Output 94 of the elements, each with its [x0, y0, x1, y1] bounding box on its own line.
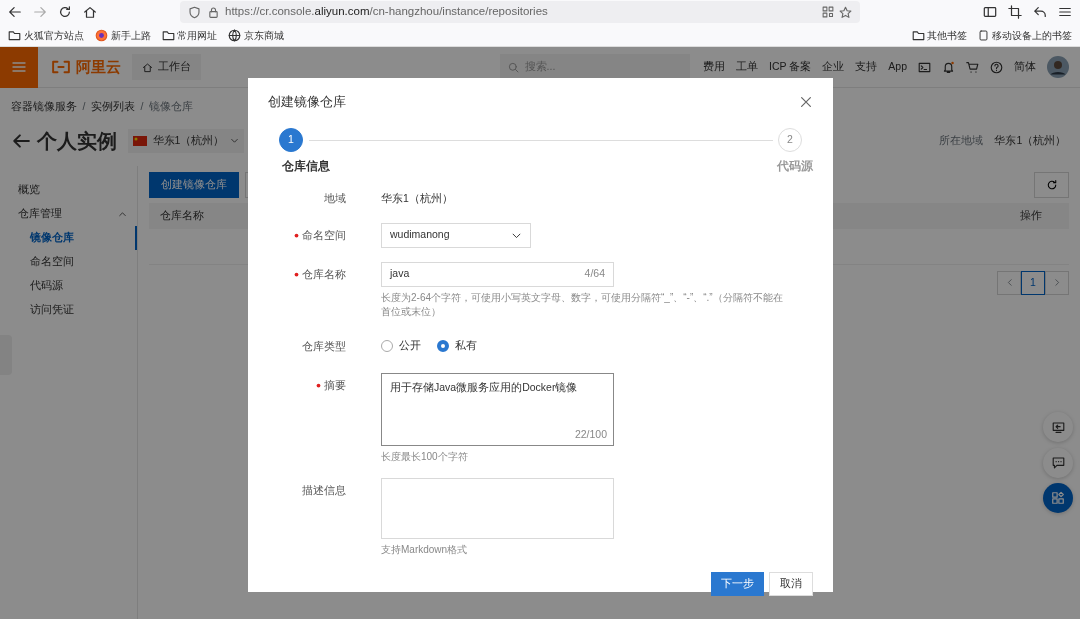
breadcrumb-link[interactable]: 容器镜像服务	[11, 99, 77, 115]
bookmark-link[interactable]: 移动设备上的书签	[978, 27, 1072, 43]
field-label: 地域	[324, 190, 346, 206]
field-label: 命名空间	[302, 227, 346, 243]
step-label: 代码源	[777, 158, 813, 174]
bookmark-link[interactable]: 其他书签	[911, 27, 968, 43]
region-value: 华东1（杭州）	[994, 132, 1067, 148]
sidebar-item[interactable]: 仓库管理	[0, 202, 137, 226]
breadcrumb-separator: /	[82, 99, 86, 114]
region-label: 所在地域	[939, 132, 984, 148]
sidebar-item[interactable]: 概览	[0, 178, 137, 202]
menu-icon	[11, 59, 27, 75]
refresh-button[interactable]	[1034, 171, 1069, 198]
help-text: 长度为2-64个字符，可使用小写英文字母、数字，可使用分隔符“_”、“-”、“.”（分隔符不能在首位或末位）	[381, 290, 784, 320]
column-header: 操作	[1019, 208, 1043, 224]
nav-link[interactable]: 支持	[855, 59, 878, 75]
field-label: 仓库名称	[302, 266, 346, 282]
cart-icon[interactable]	[966, 60, 979, 74]
sidebar-icon[interactable]	[983, 5, 997, 19]
grid-icon	[1051, 491, 1065, 505]
radio-option[interactable]: 私有	[437, 338, 477, 355]
screen-icon	[1051, 420, 1065, 434]
next-button[interactable]: 下一步	[710, 571, 764, 596]
step-label: 仓库信息	[282, 158, 330, 174]
globe-icon	[228, 28, 242, 42]
input-field[interactable]: java 4/64	[381, 261, 614, 287]
bookmark-link[interactable]: 常用网址	[161, 27, 218, 43]
text-area[interactable]: 用于存储Java微服务应用的Docker镜像 22/100	[381, 372, 614, 446]
namespace-select[interactable]: wudimanong	[381, 222, 531, 248]
crop-icon[interactable]	[1008, 5, 1022, 19]
search-icon	[508, 61, 520, 73]
phone-icon	[978, 28, 990, 42]
help-text: 长度最长100个字符	[381, 449, 469, 464]
breadcrumb-link[interactable]: 实例列表	[90, 99, 135, 115]
breadcrumb-separator: /	[140, 99, 144, 114]
workbench-button[interactable]: 工作台	[131, 54, 202, 80]
sidebar-item[interactable]: 命名空间	[0, 250, 137, 274]
home-icon	[141, 61, 153, 73]
nav-link[interactable]: 企业	[822, 59, 845, 75]
browser-logo-icon	[94, 28, 108, 42]
address-bar[interactable]: https://cr.console.aliyun.com/cn-hangzhou/instance/repositories	[180, 1, 860, 23]
page-title: 个人实例	[36, 128, 117, 154]
back-icon[interactable]	[8, 5, 22, 19]
close-icon[interactable]	[799, 94, 813, 109]
chat-icon	[1051, 456, 1065, 469]
folder-icon	[161, 28, 175, 42]
folder-icon	[8, 28, 21, 42]
chevron-up-icon	[118, 209, 127, 219]
region-select[interactable]: 华东1（杭州）	[127, 128, 245, 153]
sidebar-item[interactable]: 访问凭证	[0, 298, 137, 322]
refresh-icon	[1045, 178, 1058, 191]
home-icon[interactable]	[83, 5, 97, 19]
shield-icon	[188, 5, 201, 19]
chevron-right-icon	[1052, 278, 1062, 287]
cancel-button[interactable]: 取消	[769, 571, 813, 596]
url-text: https://cr.console.aliyun.com/cn-hangzhou/instance/repositories	[225, 4, 549, 20]
qr-code-icon[interactable]	[821, 6, 834, 18]
create-repository-button[interactable]: 创建镜像仓库	[149, 171, 239, 198]
help-icon[interactable]	[990, 60, 1003, 74]
avatar-icon[interactable]	[1047, 56, 1069, 78]
sidebar-item[interactable]: 代码源	[0, 274, 137, 298]
menu-icon[interactable]	[1058, 5, 1072, 19]
back-arrow-icon[interactable]	[11, 131, 31, 150]
bookmark-link[interactable]: 京东商城	[228, 27, 284, 43]
page-button[interactable]: 1	[1021, 270, 1045, 295]
star-icon[interactable]	[839, 5, 852, 19]
dialog-title: 创建镜像仓库	[268, 93, 346, 111]
logo-text: 阿里云	[75, 56, 121, 77]
field-label: 描述信息	[302, 483, 346, 499]
nav-link[interactable]: 工单	[736, 59, 759, 75]
folder-icon	[911, 28, 925, 42]
bell-icon[interactable]	[942, 60, 955, 74]
field-value: 华东1（杭州）	[381, 190, 453, 206]
menu-button[interactable]	[0, 46, 38, 88]
field-label: 摘要	[324, 377, 346, 393]
terminal-icon[interactable]	[918, 60, 931, 74]
nav-link[interactable]: 费用	[703, 59, 726, 75]
lock-icon	[206, 5, 220, 19]
bookmark-link[interactable]: 火狐官方站点	[8, 27, 84, 43]
help-text: 支持Markdown格式	[381, 543, 469, 558]
step-indicator: 1	[279, 128, 303, 152]
bookmark-link[interactable]: 新手上路	[94, 27, 151, 43]
reload-icon[interactable]	[58, 5, 72, 19]
flag-icon	[133, 135, 147, 146]
logo-icon	[49, 60, 73, 74]
nav-link[interactable]: App	[888, 59, 907, 75]
radio-option[interactable]: 公开	[381, 338, 421, 355]
undo-icon[interactable]	[1033, 5, 1047, 19]
step-indicator: 2	[778, 128, 802, 152]
language-link[interactable]: 简体	[1014, 59, 1036, 75]
chevron-down-icon	[229, 136, 239, 146]
column-header: 仓库名称	[160, 208, 204, 224]
field-label: 仓库类型	[302, 338, 346, 354]
nav-link[interactable]: ICP 备案	[769, 59, 812, 75]
